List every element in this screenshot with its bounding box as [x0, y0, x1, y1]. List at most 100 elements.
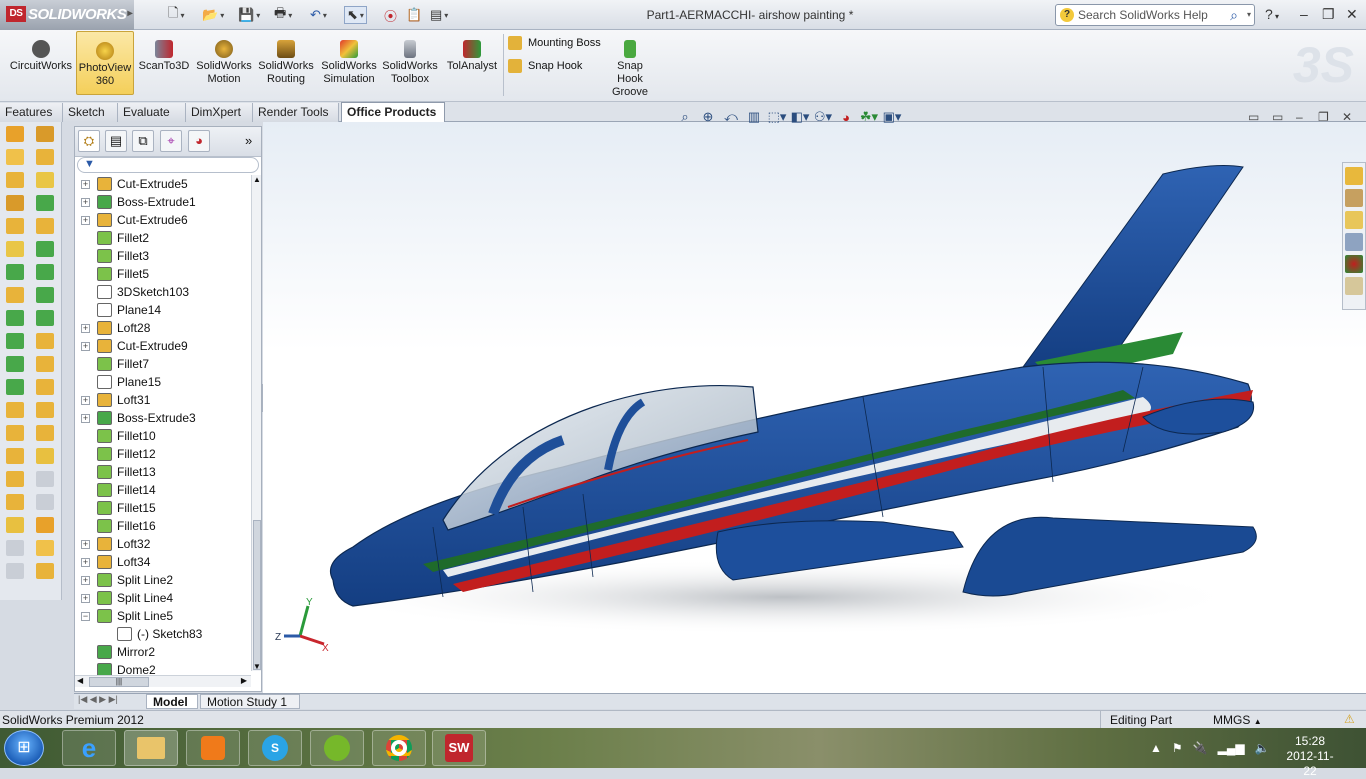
edit-appearance-icon[interactable]: ◕ [836, 110, 856, 125]
point-icon[interactable] [36, 310, 54, 326]
tree-node[interactable]: + Cut-Extrude9 [75, 337, 251, 355]
rib-icon[interactable] [6, 425, 24, 441]
tab-office-products[interactable]: Office Products [341, 102, 445, 123]
expand-icon[interactable]: + [81, 593, 90, 603]
expand-panel-icon[interactable]: » [245, 133, 252, 148]
tree-node[interactable]: Fillet15 [75, 499, 251, 517]
tree-node[interactable]: Fillet3 [75, 247, 251, 265]
expand-icon[interactable]: + [81, 575, 90, 585]
arc-icon[interactable] [36, 241, 54, 257]
mirror-entities-icon[interactable] [36, 402, 54, 418]
collapse-icon[interactable]: − [81, 611, 90, 621]
scroll-right-icon[interactable]: ▶ [241, 676, 247, 685]
system-clock[interactable]: 15:28 2012-11-22 [1280, 734, 1340, 779]
ribbon-button-photoview-360[interactable]: PhotoView 360 [76, 31, 134, 95]
ribbon-button-solidworks-routing[interactable]: SolidWorks Routing [256, 34, 316, 86]
tree-node[interactable]: + Loft31 [75, 391, 251, 409]
swept-cut-icon[interactable] [6, 310, 24, 326]
quick-snaps-icon[interactable] [36, 517, 54, 533]
intersect-icon[interactable] [6, 517, 24, 533]
tree-node[interactable]: + Loft32 [75, 535, 251, 553]
taskbar-media-player[interactable] [186, 730, 240, 766]
solidworks-resources-icon[interactable] [1345, 167, 1363, 185]
tab-sketch[interactable]: Sketch [63, 103, 118, 122]
display-style-icon[interactable]: ◧▾ [790, 109, 810, 125]
revolved-cut-icon[interactable] [6, 287, 24, 303]
help-menu-button[interactable]: ? ▾ [1265, 6, 1279, 22]
network-signal-icon[interactable]: ▂▄▆ [1218, 741, 1245, 755]
expand-icon[interactable]: + [81, 395, 90, 405]
options-button[interactable]: ▤ ▾ [430, 6, 448, 24]
tree-horizontal-scrollbar[interactable]: ◀ ||| ▶ [75, 675, 251, 687]
expand-icon[interactable]: + [81, 179, 90, 189]
print-button[interactable]: 🖶 ▾ [274, 5, 292, 24]
minimize-button[interactable]: – [1300, 6, 1308, 22]
show-hidden-icons-icon[interactable]: ▲ [1150, 741, 1162, 755]
taskbar-spotify[interactable] [310, 730, 364, 766]
plane-tool-icon[interactable] [36, 287, 54, 303]
action-center-flag-icon[interactable]: ⚑ [1172, 741, 1183, 755]
configuration-manager-tab[interactable]: ⧉ [132, 130, 154, 152]
expand-icon[interactable]: + [81, 215, 90, 225]
unit-system-button[interactable]: MMGS ▲ [1213, 713, 1262, 727]
tab-dimxpert[interactable]: DimXpert [186, 103, 253, 122]
tree-vertical-scrollbar[interactable]: ▲ ▼ [251, 175, 261, 671]
ribbon-button-solidworks-simulation[interactable]: SolidWorks Simulation [318, 34, 380, 86]
taskbar-skype[interactable]: S [248, 730, 302, 766]
expand-icon[interactable]: + [81, 341, 90, 351]
instant3d-icon[interactable] [36, 563, 54, 579]
search-icon[interactable]: ⌕ [1230, 7, 1238, 24]
taskbar-chrome[interactable] [372, 730, 426, 766]
dimxpert-manager-tab[interactable]: ⌖ [160, 130, 182, 152]
viewport-restore-button[interactable]: ❐ [1318, 110, 1329, 124]
shell-icon[interactable] [6, 471, 24, 487]
property-manager-tab[interactable]: ▤ [105, 130, 127, 152]
display-relations-icon[interactable] [36, 471, 54, 487]
ribbon-button-snap-hook[interactable]: Snap Hook [508, 59, 582, 73]
scroll-left-icon[interactable]: ◀ [77, 676, 83, 685]
power-icon[interactable]: 🔌 [1193, 741, 1208, 755]
feature-filter-input[interactable]: ▼ [77, 157, 259, 173]
display-manager-tab[interactable]: ◕ [188, 130, 210, 152]
circle-icon[interactable] [36, 218, 54, 234]
tree-node[interactable]: Plane15 [75, 373, 251, 391]
tree-node[interactable]: Dome2 [75, 661, 251, 675]
expand-icon[interactable]: + [81, 539, 90, 549]
expand-icon[interactable]: + [81, 557, 90, 567]
graphics-area[interactable] [263, 122, 1366, 693]
ribbon-button-tolanalyst[interactable]: TolAnalyst [444, 34, 500, 73]
rebuild-status-icon[interactable]: ⚠ [1344, 712, 1355, 726]
tree-node[interactable]: + Cut-Extrude6 [75, 211, 251, 229]
solidworks-logo[interactable]: DS SOLIDWORKS ▸ [0, 0, 134, 30]
tree-node[interactable]: + Boss-Extrude1 [75, 193, 251, 211]
appearances-icon[interactable] [1345, 255, 1363, 273]
close-button[interactable]: ✕ [1346, 6, 1358, 23]
tree-node[interactable]: Fillet14 [75, 481, 251, 499]
viewport-minimize-button[interactable]: – [1296, 110, 1303, 124]
extruded-boss-icon[interactable] [6, 126, 24, 142]
apply-scene-icon[interactable]: ☘▾ [859, 109, 879, 125]
boundary-boss-icon[interactable] [6, 218, 24, 234]
chevron-down-icon[interactable]: ▾ [1247, 10, 1251, 19]
ribbon-button-solidworks-motion[interactable]: SolidWorks Motion [194, 34, 254, 86]
repair-sketch-icon[interactable] [36, 494, 54, 510]
convert-entities-icon[interactable] [36, 356, 54, 372]
tree-node[interactable]: Plane14 [75, 301, 251, 319]
extruded-cut-icon[interactable] [6, 241, 24, 257]
scroll-up-icon[interactable]: ▲ [253, 175, 261, 184]
expand-icon[interactable]: + [81, 323, 90, 333]
file-properties-button[interactable]: 📋 [406, 6, 422, 24]
save-button[interactable]: 💾 ▾ [238, 6, 260, 24]
ribbon-button-circuitworks[interactable]: CircuitWorks [8, 34, 74, 73]
tab-render-tools[interactable]: Render Tools [253, 103, 339, 122]
rebuild-button[interactable]: ⦿ [384, 6, 397, 24]
swept-boss-icon[interactable] [6, 172, 24, 188]
view-settings-icon[interactable]: ▣▾ [882, 109, 902, 125]
tab-features[interactable]: Features [0, 103, 63, 122]
tree-node[interactable]: Mirror2 [75, 643, 251, 661]
tree-node[interactable]: + Boss-Extrude3 [75, 409, 251, 427]
volume-icon[interactable]: 🔈 [1255, 741, 1270, 755]
move-entities-icon[interactable] [36, 448, 54, 464]
restore-button[interactable]: ❐ [1322, 6, 1335, 23]
file-explorer-pane-icon[interactable] [1345, 211, 1363, 229]
